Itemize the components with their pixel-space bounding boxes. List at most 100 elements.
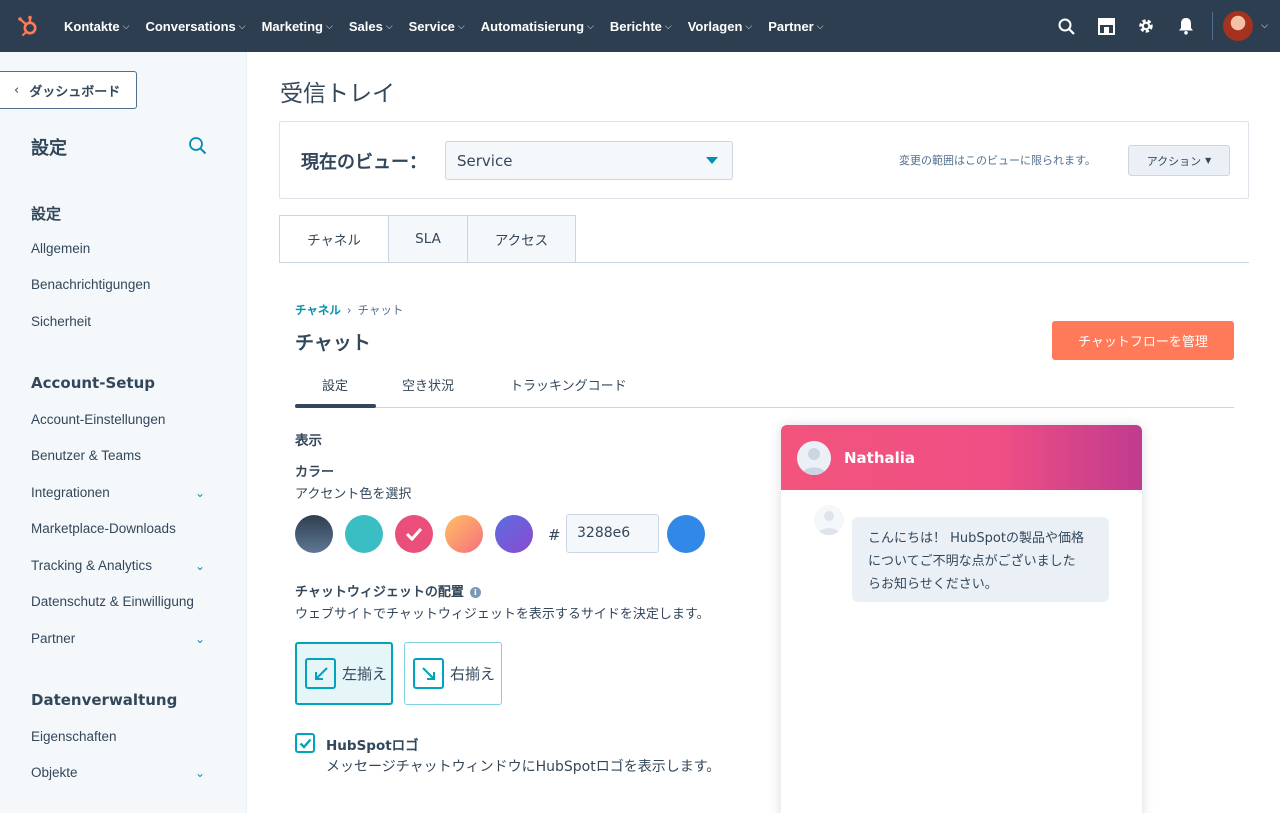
nav-label: Service — [408, 18, 455, 34]
user-avatar[interactable] — [1223, 11, 1254, 41]
sidebar-heading-account-setup: Account-Setup — [31, 374, 156, 392]
sidebar-item-label: Partner — [31, 631, 76, 646]
bell-icon[interactable] — [1166, 0, 1206, 52]
sidebar-item-account-einstellungen[interactable]: Account-Einstellungen — [31, 412, 221, 427]
chevron-down-icon: ⌵ — [238, 20, 246, 31]
color-label: カラー — [295, 465, 335, 480]
tab-channels[interactable]: チャネル — [279, 215, 389, 263]
sidebar-item-eigenschaften[interactable]: Eigenschaften — [31, 729, 221, 744]
sidebar-title: 設定 — [31, 138, 67, 159]
top-navigation: Kontakte ⌵ Conversations ⌵ Marketing ⌵ Sale… — [0, 0, 1280, 52]
caret-down-icon: ▼ — [1205, 156, 1212, 165]
welcome-message-line: らお知らせください。 — [868, 577, 998, 592]
sidebar-item-objekte[interactable]: Objekte ⌄ — [31, 765, 221, 780]
tab-sla[interactable]: SLA — [389, 215, 468, 263]
nav-marketing[interactable]: Marketing ⌵ — [254, 19, 341, 34]
hubspot-logo-checkbox[interactable] — [295, 733, 315, 753]
hubspot-logo-label: HubSpotロゴ — [326, 738, 419, 754]
nav-automatisierung[interactable]: Automatisierung ⌵ — [473, 19, 602, 34]
sidebar-item-label: Allgemein — [31, 241, 91, 256]
arrow-down-right-icon — [413, 658, 444, 689]
sidebar-item-label: Account-Einstellungen — [31, 412, 166, 427]
sidebar-item-label: Sicherheit — [31, 314, 92, 329]
search-icon[interactable] — [1046, 0, 1086, 52]
sidebar-item-tracking-analytics[interactable]: Tracking & Analytics ⌄ — [31, 558, 221, 573]
color-hint: アクセント色を選択 — [295, 487, 412, 502]
sidebar-item-datenschutz[interactable]: Datenschutz & Einwilligung — [31, 594, 221, 609]
subtab-availability[interactable]: 空き状況 — [402, 375, 454, 394]
color-swatch-orange[interactable] — [445, 515, 483, 553]
sidebar-item-label: Benachrichtigungen — [31, 277, 151, 292]
agent-avatar-icon — [797, 440, 831, 475]
manage-chatflow-button[interactable]: チャットフローを管理 — [1052, 321, 1234, 360]
agent-name: Nathalia — [844, 448, 916, 467]
sidebar-heading-datenverwaltung: Datenverwaltung — [31, 691, 178, 709]
nav-label: Sales — [348, 18, 383, 34]
caret-down-icon — [706, 157, 718, 164]
breadcrumb-channels-link[interactable]: チャネル — [295, 302, 341, 318]
message-avatar-icon — [814, 505, 844, 535]
breadcrumb: チャネル › チャット — [295, 302, 403, 318]
sidebar-item-integrationen[interactable]: Integrationen ⌄ — [31, 485, 221, 500]
checkmark-icon — [299, 738, 311, 749]
sidebar-item-benutzer-teams[interactable]: Benutzer & Teams — [31, 448, 221, 463]
sidebar-item-benachrichtigungen[interactable]: Benachrichtigungen — [31, 277, 221, 292]
sidebar-item-label: Marketplace-Downloads — [31, 521, 176, 536]
hubspot-logo-icon[interactable] — [0, 0, 56, 52]
chat-subtabs: 設定 空き状況 トラッキングコード — [295, 372, 1234, 408]
sidebar-item-label: Integrationen — [31, 485, 110, 500]
nav-partner[interactable]: Partner ⌵ — [760, 19, 831, 34]
chevron-down-icon[interactable]: ⌵ — [1261, 21, 1268, 31]
chevron-down-icon: ⌵ — [587, 20, 594, 31]
chevron-down-icon: ⌵ — [816, 20, 824, 31]
view-select[interactable]: Service — [445, 141, 733, 180]
nav-label: Automatisierung — [480, 18, 585, 34]
color-swatch-purple[interactable] — [495, 515, 533, 553]
chevron-down-icon: ⌄ — [194, 558, 205, 573]
marketplace-icon[interactable] — [1086, 0, 1126, 52]
view-label: 現在のビュー： — [301, 152, 427, 173]
hex-color-input[interactable]: 3288e6 — [566, 514, 659, 553]
display-heading: 表示 — [295, 433, 322, 449]
search-icon[interactable] — [188, 136, 207, 159]
view-scope-note: 変更の範囲はこのビューに限られます。 — [899, 154, 1096, 167]
info-icon[interactable]: i — [469, 587, 481, 598]
subtab-tracking-code[interactable]: トラッキングコード — [510, 375, 627, 394]
nav-kontakte[interactable]: Kontakte ⌵ — [56, 19, 137, 34]
sidebar-item-marketplace-downloads[interactable]: Marketplace-Downloads — [31, 521, 221, 536]
chevron-down-icon: ⌄ — [194, 631, 205, 646]
widget-placement-desc: ウェブサイトでチャットウィジェットを表示するサイドを決定します。 — [295, 607, 710, 622]
align-right-option[interactable]: 右揃え — [404, 642, 502, 705]
sidebar-item-allgemein[interactable]: Allgemein — [31, 241, 221, 256]
nav-sales[interactable]: Sales ⌵ — [341, 19, 401, 34]
nav-label: Berichte — [609, 18, 662, 34]
actions-button[interactable]: アクション ▼ — [1128, 145, 1230, 176]
nav-vorlagen[interactable]: Vorlagen ⌵ — [680, 19, 761, 34]
chat-widget-preview: Nathalia こんにちは！ HubSpotの製品や価格 についてご不明な点が… — [781, 425, 1142, 813]
color-swatch-slate[interactable] — [295, 515, 333, 553]
sidebar-heading-settings: 設定 — [31, 205, 62, 223]
gear-icon[interactable] — [1126, 0, 1166, 52]
inbox-tabs: チャネル SLA アクセス — [279, 215, 576, 263]
align-left-option[interactable]: 左揃え — [295, 642, 393, 705]
align-right-label: 右揃え — [450, 665, 496, 683]
nav-conversations[interactable]: Conversations ⌵ — [137, 19, 253, 34]
subtab-settings[interactable]: 設定 — [322, 375, 348, 394]
sidebar-item-partner[interactable]: Partner ⌄ — [31, 631, 221, 646]
color-swatch-teal[interactable] — [345, 515, 383, 553]
chevron-down-icon: ⌵ — [745, 20, 753, 31]
chevron-down-icon: ⌵ — [385, 20, 393, 31]
view-bar: 現在のビュー： Service 変更の範囲はこのビューに限られます。 アクション… — [279, 121, 1249, 199]
nav-berichte[interactable]: Berichte ⌵ — [602, 19, 680, 34]
color-swatch-pink[interactable] — [395, 515, 433, 553]
nav-service[interactable]: Service ⌵ — [401, 19, 473, 34]
back-to-dashboard-button[interactable]: ‹ ダッシュボード — [0, 71, 137, 109]
sidebar-item-sicherheit[interactable]: Sicherheit — [31, 314, 221, 329]
align-left-label: 左揃え — [342, 665, 388, 683]
nav-divider — [1212, 12, 1214, 40]
chevron-down-icon: ⌵ — [122, 20, 130, 31]
sidebar-item-label: Tracking & Analytics — [31, 558, 153, 573]
actions-button-label: アクション — [1146, 154, 1202, 168]
widget-placement-text: チャットウィジェットの配置 — [295, 585, 464, 600]
tab-access[interactable]: アクセス — [468, 215, 576, 263]
